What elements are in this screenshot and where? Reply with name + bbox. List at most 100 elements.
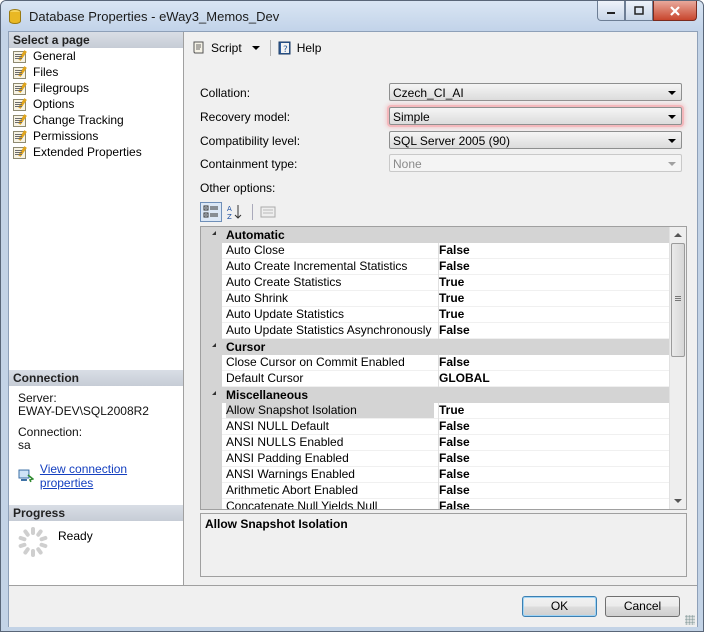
resize-grip[interactable]	[685, 615, 695, 625]
grid-vertical-scrollbar[interactable]	[669, 227, 686, 509]
property-value[interactable]: GLOBAL	[438, 371, 669, 387]
page-item-filegroups[interactable]: Filegroups	[9, 80, 183, 96]
compatibility-level-value: SQL Server 2005 (90)	[393, 134, 510, 148]
page-item-general[interactable]: General	[9, 48, 183, 64]
property-value[interactable]: True	[438, 291, 669, 307]
connection-value: sa	[18, 438, 31, 452]
property-value[interactable]: False	[438, 259, 669, 275]
property-value[interactable]: False	[438, 483, 669, 499]
chevron-down-icon	[668, 91, 676, 95]
table-row[interactable]: Auto Update Statistics Asynchronously Fal…	[201, 323, 686, 339]
property-name: Arithmetic Abort Enabled	[226, 483, 359, 497]
script-label: Script	[211, 41, 242, 55]
grid-category-cursor[interactable]: Cursor	[201, 339, 686, 355]
page-wrench-icon	[13, 114, 27, 127]
scroll-down-icon[interactable]	[674, 499, 682, 503]
chevron-down-icon	[668, 115, 676, 119]
table-row[interactable]: ANSI NULLS Enabled False	[201, 435, 686, 451]
collation-label: Collation:	[200, 86, 251, 100]
property-value[interactable]: True	[438, 403, 669, 419]
help-button[interactable]: ? Help	[277, 40, 321, 56]
ok-button[interactable]: OK	[522, 596, 597, 617]
table-row[interactable]: Auto Create Statistics True	[201, 275, 686, 291]
property-name: Auto Create Incremental Statistics	[226, 259, 408, 273]
property-name: ANSI NULL Default	[226, 419, 329, 433]
page-item-change-tracking[interactable]: Change Tracking	[9, 112, 183, 128]
page-wrench-icon	[13, 66, 27, 79]
database-icon	[9, 9, 21, 24]
view-connection-properties-link[interactable]: View connection properties	[40, 462, 183, 490]
collation-select[interactable]: Czech_CI_AI	[389, 83, 682, 101]
minimize-icon	[607, 11, 615, 14]
progress-section: Progress Ready	[9, 505, 183, 557]
collapse-triangle-icon[interactable]	[209, 391, 216, 395]
property-value[interactable]: False	[438, 467, 669, 483]
collapse-triangle-icon[interactable]	[209, 343, 216, 347]
property-pages-icon	[260, 206, 276, 218]
collation-row: Collation: Czech_CI_AI	[200, 83, 690, 103]
table-row[interactable]: Close Cursor on Commit Enabled False	[201, 355, 686, 371]
property-name: Allow Snapshot Isolation	[226, 403, 434, 418]
close-icon	[670, 5, 680, 16]
compatibility-level-select[interactable]: SQL Server 2005 (90)	[389, 131, 682, 149]
property-name: Auto Update Statistics Asynchronously	[226, 323, 432, 337]
page-wrench-icon	[13, 82, 27, 95]
table-row[interactable]: Auto Shrink True	[201, 291, 686, 307]
chevron-down-icon	[668, 162, 676, 166]
collapse-triangle-icon[interactable]	[209, 231, 216, 235]
table-row[interactable]: Default Cursor GLOBAL	[201, 371, 686, 387]
table-row[interactable]: ANSI Padding Enabled False	[201, 451, 686, 467]
grid-category-automatic[interactable]: Automatic	[201, 227, 686, 243]
close-button[interactable]	[653, 1, 697, 21]
page-item-permissions[interactable]: Permissions	[9, 128, 183, 144]
table-row[interactable]: Concatenate Null Yields Null False	[201, 499, 686, 509]
property-name: Default Cursor	[226, 371, 304, 385]
category-name: Miscellaneous	[226, 388, 309, 402]
svg-text:A: A	[227, 205, 232, 213]
property-value[interactable]: True	[438, 307, 669, 323]
property-grid: Automatic Auto Close False Auto Create Incr…	[200, 226, 687, 510]
page-item-options[interactable]: Options	[9, 96, 183, 112]
options-page: Script ? Help Collation: Czech_CI_AI Rec…	[185, 32, 697, 585]
minimize-button[interactable]	[597, 1, 625, 21]
select-page-header: Select a page	[9, 32, 183, 48]
property-name: Auto Create Statistics	[226, 275, 342, 289]
view-connection-link-row: View connection properties	[9, 462, 183, 490]
recovery-model-label: Recovery model:	[200, 110, 291, 124]
chevron-down-icon	[668, 139, 676, 143]
table-row[interactable]: Auto Create Incremental Statistics False	[201, 259, 686, 275]
table-row[interactable]: ANSI NULL Default False	[201, 419, 686, 435]
property-value[interactable]: False	[438, 499, 669, 509]
table-row[interactable]: Arithmetic Abort Enabled False	[201, 483, 686, 499]
property-value[interactable]: False	[438, 355, 669, 371]
containment-type-select: None	[389, 154, 682, 172]
categorized-button[interactable]	[200, 202, 222, 222]
table-row[interactable]: Auto Close False	[201, 243, 686, 259]
scroll-up-icon[interactable]	[674, 233, 682, 237]
recovery-model-select[interactable]: Simple	[389, 107, 682, 125]
script-dropdown-icon[interactable]	[251, 46, 260, 50]
script-button[interactable]: Script	[191, 40, 260, 56]
page-item-extended-properties[interactable]: Extended Properties	[9, 144, 183, 160]
table-row[interactable]: Allow Snapshot Isolation True	[201, 403, 686, 419]
property-value[interactable]: False	[438, 419, 669, 435]
alphabetical-button[interactable]: A Z	[224, 202, 246, 222]
page-item-files[interactable]: Files	[9, 64, 183, 80]
property-name: Auto Close	[226, 243, 285, 257]
maximize-button[interactable]	[625, 1, 653, 21]
table-row[interactable]: Auto Update Statistics True	[201, 307, 686, 323]
table-row[interactable]: ANSI Warnings Enabled False	[201, 467, 686, 483]
property-value[interactable]: False	[438, 451, 669, 467]
containment-type-row: Containment type: None	[200, 154, 690, 174]
grid-category-miscellaneous[interactable]: Miscellaneous	[201, 387, 686, 403]
page-list: General Files Filegroups Options Change Trac…	[9, 48, 183, 160]
page-item-label: Change Tracking	[33, 113, 124, 127]
cancel-button[interactable]: Cancel	[605, 596, 680, 617]
property-value[interactable]: True	[438, 275, 669, 291]
category-name: Automatic	[226, 228, 285, 242]
scroll-thumb[interactable]	[671, 243, 685, 357]
property-value[interactable]: False	[438, 435, 669, 451]
property-value[interactable]: False	[438, 323, 669, 339]
property-value[interactable]: False	[438, 243, 669, 259]
property-name: Close Cursor on Commit Enabled	[226, 355, 405, 369]
